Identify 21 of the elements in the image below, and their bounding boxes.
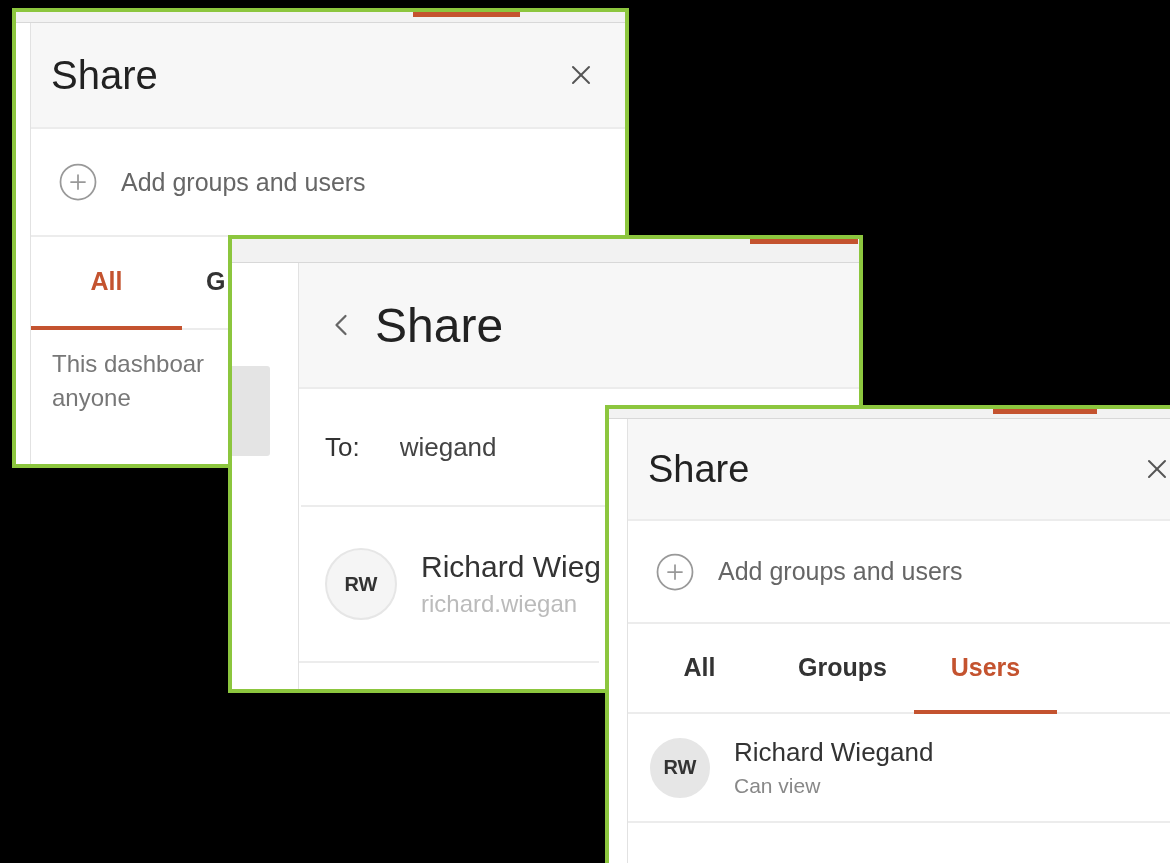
panel-title: Share: [375, 297, 505, 353]
tab[interactable]: Groups: [771, 624, 914, 714]
avatar-initials: RW: [650, 737, 710, 798]
user-email: richard.wiegan: [421, 590, 579, 618]
recipient-input[interactable]: wiegand: [399, 431, 570, 463]
tab[interactable]: All: [628, 624, 771, 714]
panel-title: Share: [51, 52, 159, 98]
to-label: To:: [325, 431, 360, 463]
user-name: Richard Wiegand: [734, 737, 934, 768]
search-result-row[interactable]: RW Richard Wieg richard.wiegan: [299, 507, 599, 663]
user-row[interactable]: RW Richard Wiegand Can view: [628, 714, 1170, 823]
avatar-initials: RW: [325, 548, 397, 620]
panel-title: Share: [648, 447, 751, 491]
message-line: This dashboar: [52, 350, 206, 378]
message-line: anyone: [52, 384, 132, 412]
user-name: Richard Wieg: [421, 550, 602, 584]
user-permission: Can view: [734, 774, 822, 798]
tab[interactable]: G: [206, 237, 226, 330]
plus-circle-icon: [57, 161, 99, 203]
tab[interactable]: All: [31, 237, 182, 330]
tab[interactable]: Users: [914, 624, 1057, 714]
